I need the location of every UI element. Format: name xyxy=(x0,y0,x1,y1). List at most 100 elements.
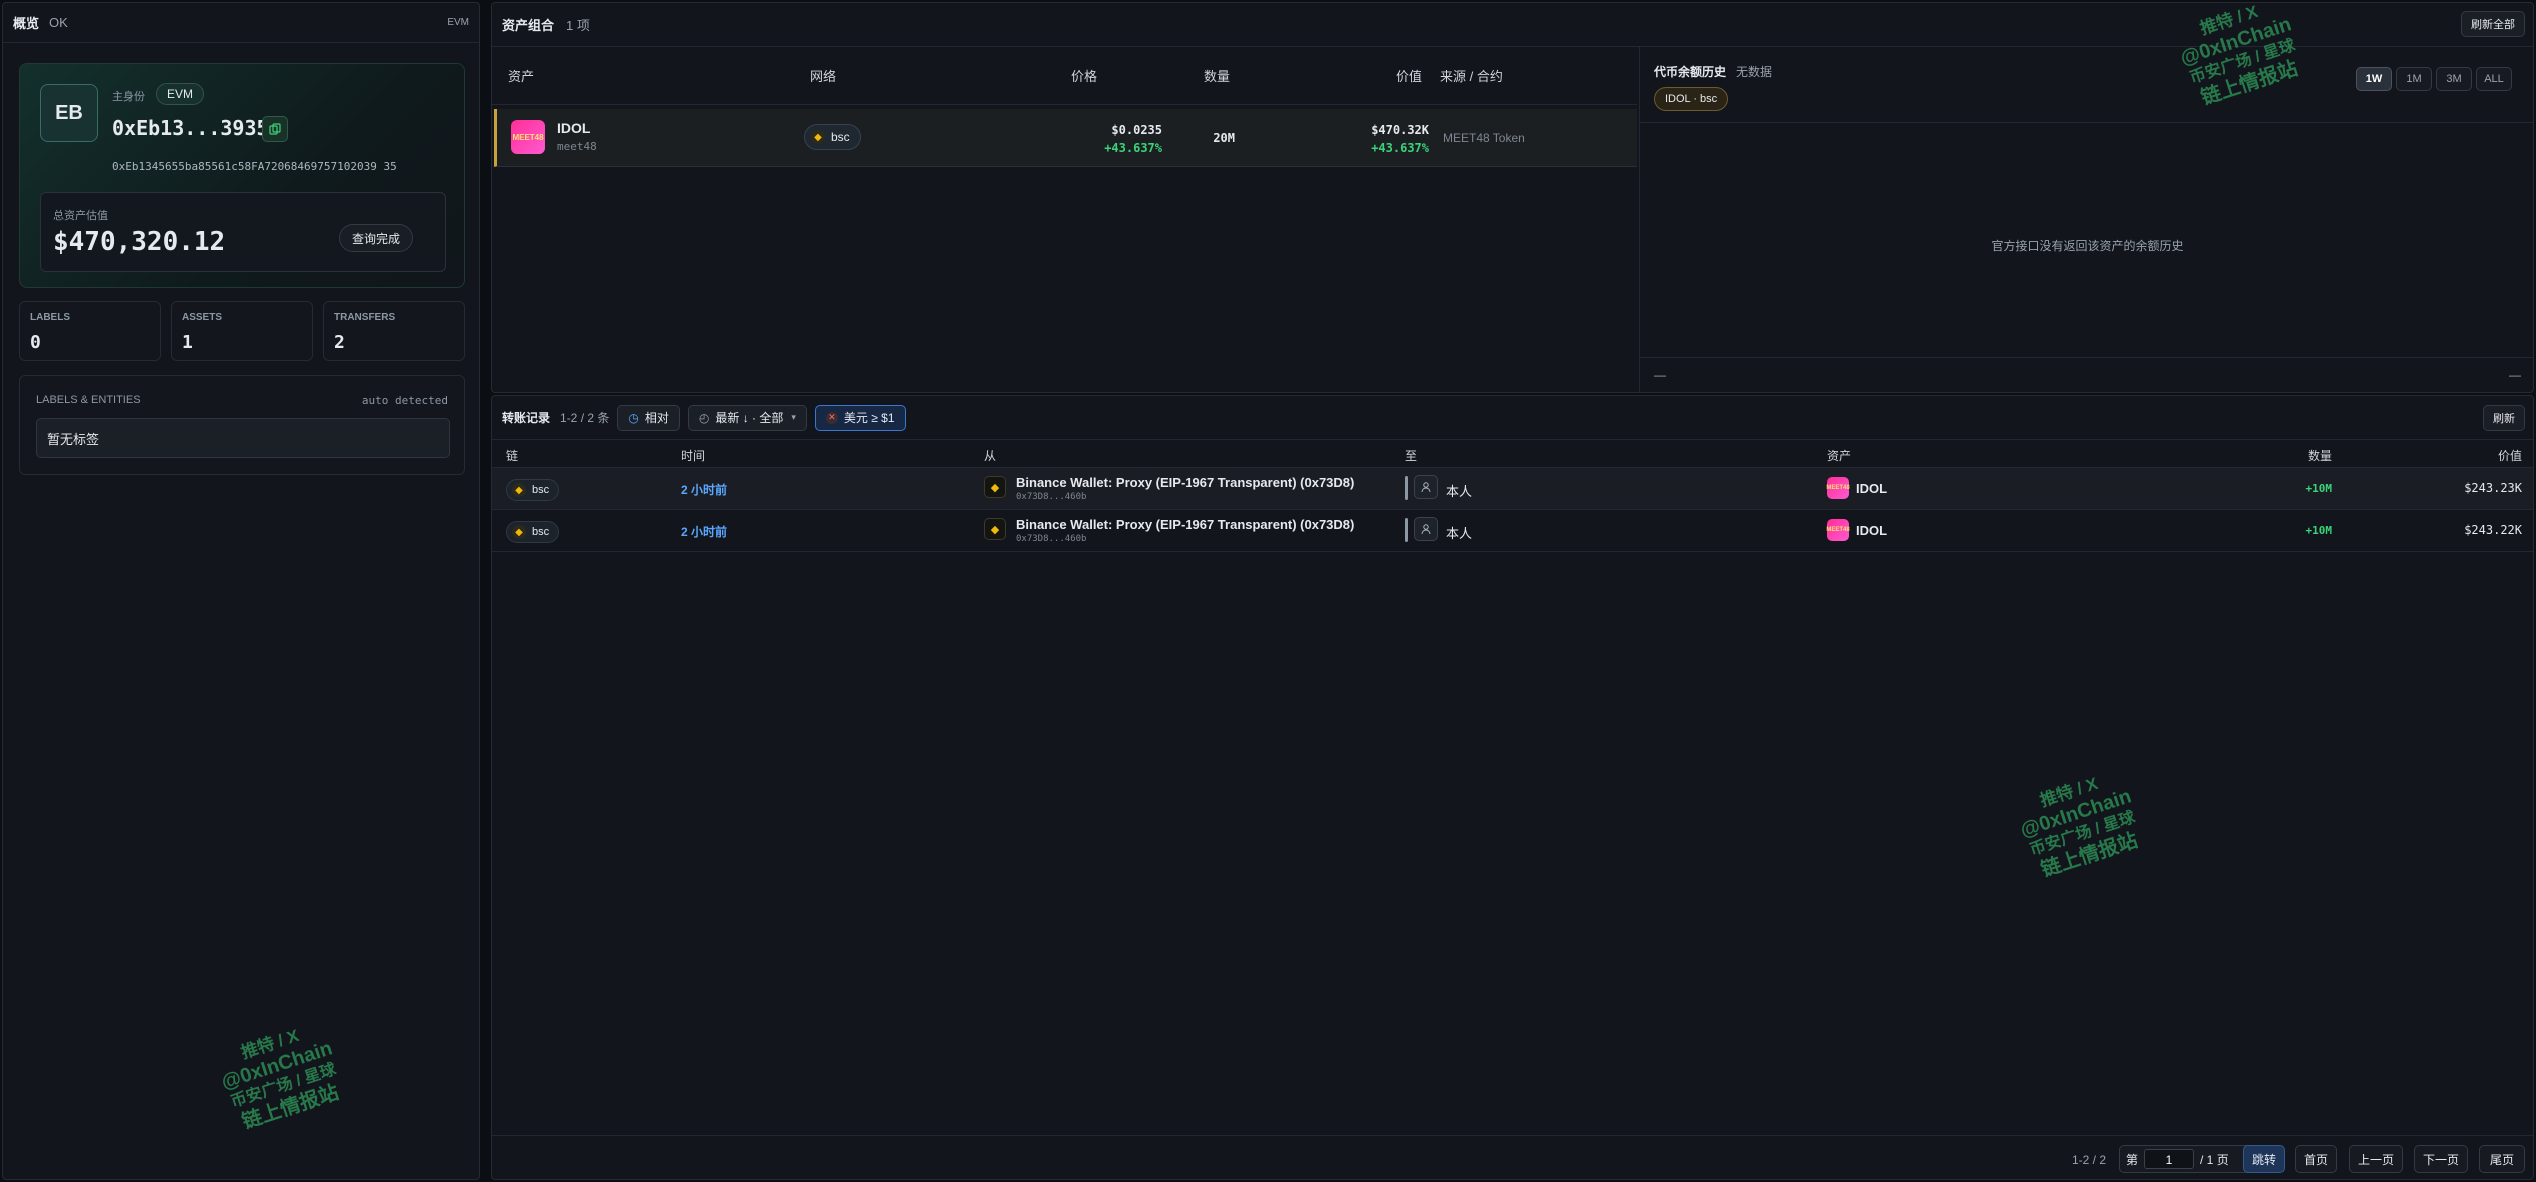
transfer-asset: IDOL xyxy=(1856,523,1888,538)
total-value-label: 总资产估值 xyxy=(53,210,108,222)
history-asset-chip: IDOL · bsc xyxy=(1654,87,1729,111)
sort-icon: ◴ xyxy=(698,410,710,425)
copy-address-button[interactable] xyxy=(262,116,288,142)
asset-price-change: +43.637% xyxy=(1104,141,1162,155)
to-divider xyxy=(1405,518,1408,542)
page-number-input[interactable]: 1 xyxy=(2144,1149,2195,1169)
binance-icon: ◆ xyxy=(984,476,1006,498)
from-name[interactable]: Binance Wallet: Proxy (EIP-1967 Transpar… xyxy=(1016,517,1354,532)
watermark-line: @0xInChain xyxy=(2017,785,2135,843)
col-time: 时间 xyxy=(681,449,706,463)
col-price: 价格 xyxy=(1070,69,1097,84)
from-address: 0x73D8...460b xyxy=(1016,534,1087,544)
balance-history-footer: — — xyxy=(1640,357,2533,392)
bsc-icon: ◆ xyxy=(512,483,526,497)
transfers-title: 转账记录 xyxy=(502,411,551,425)
remove-filter-icon[interactable]: ✕ xyxy=(825,411,838,424)
col-to: 至 xyxy=(1405,449,1418,463)
page-jump-box: 第 1 / 1 页 xyxy=(2119,1145,2257,1173)
stat-labels-value: 0 xyxy=(30,332,41,353)
transfer-value: $243.22K xyxy=(2464,523,2522,537)
balance-history-empty: 官方接口没有返回该资产的余额历史 xyxy=(1991,239,2184,253)
history-foot-right: — xyxy=(2509,368,2521,382)
balance-history-title: 代币余额历史 xyxy=(1654,65,1727,79)
app-root: 概览 OK EVM EB 主身份 EVM 0xEb13...3935 0xEb1… xyxy=(0,0,2536,1182)
wallet-card: EB 主身份 EVM 0xEb13...3935 0xEb1345655ba85… xyxy=(19,63,465,288)
col-from: 从 xyxy=(984,449,997,463)
asset-table-header: 资产 网络 价格 数量 价值 来源 / 合约 xyxy=(492,47,1637,105)
stat-labels-label: LABELS xyxy=(30,312,70,323)
prev-page-button[interactable]: 上一页 xyxy=(2349,1145,2403,1173)
binance-icon: ◆ xyxy=(984,518,1006,540)
wallet-short-address: 0xEb13...3935 xyxy=(112,116,269,140)
labels-entities-box: LABELS & ENTITIES auto detected 暂无标签 xyxy=(19,375,465,475)
last-page-button[interactable]: 尾页 xyxy=(2479,1145,2525,1173)
table-row[interactable]: ◆ bsc 2 小时前 ◆ Binance Wallet: Proxy (EIP-… xyxy=(492,510,2533,552)
watermark: 推特 / X @0xInChain 币安广场 / 星球 链上情报站 xyxy=(2011,765,2148,884)
next-page-button[interactable]: 下一页 xyxy=(2414,1145,2468,1173)
asset-name: IDOL xyxy=(557,120,591,136)
relative-time-label: 相对 xyxy=(644,411,669,425)
range-all-button[interactable]: ALL xyxy=(2476,67,2512,91)
asset-sub: meet48 xyxy=(557,140,597,153)
table-row[interactable]: ◆ bsc 2 小时前 ◆ Binance Wallet: Proxy (EIP-… xyxy=(492,468,2533,510)
watermark-line: 币安广场 / 星球 xyxy=(229,1061,339,1112)
col-network: 网络 xyxy=(810,69,837,84)
asset-price-cell: $0.0235 +43.637% xyxy=(1052,123,1162,155)
from-name[interactable]: Binance Wallet: Proxy (EIP-1967 Transpar… xyxy=(1016,475,1354,490)
bsc-icon: ◆ xyxy=(512,525,526,539)
col-asset: 资产 xyxy=(1827,449,1852,463)
transfer-time[interactable]: 2 小时前 xyxy=(681,481,727,498)
transfers-refresh-button[interactable]: 刷新 xyxy=(2483,405,2525,431)
copy-icon xyxy=(269,123,281,135)
transfer-time[interactable]: 2 小时前 xyxy=(681,523,727,540)
avatar: EB xyxy=(40,84,98,142)
sort-filter-dropdown[interactable]: ◴ 最新 ↓ · 全部 ▾ xyxy=(687,404,807,431)
watermark-line: @0xInChain xyxy=(218,1037,336,1095)
history-foot-left: — xyxy=(1654,368,1666,382)
to-name: 本人 xyxy=(1446,526,1473,541)
overview-chain-label: EVM xyxy=(447,17,469,28)
stat-transfers-value: 2 xyxy=(334,332,345,353)
range-1w-button[interactable]: 1W xyxy=(2356,67,2392,91)
range-1m-button[interactable]: 1M xyxy=(2396,67,2432,91)
to-divider xyxy=(1405,476,1408,500)
asset-table: 资产 网络 价格 数量 价值 来源 / 合约 MEET48 IDOL meet4… xyxy=(492,47,1637,167)
asset-row[interactable]: MEET48 IDOL meet48 ◆ bsc $0.0235 +43.637… xyxy=(494,109,1637,167)
stat-assets: ASSETS 1 xyxy=(171,301,313,361)
relative-time-toggle[interactable]: ◷ 相对 xyxy=(617,404,680,431)
pagination-info: 1-2 / 2 xyxy=(2072,1153,2107,1167)
clock-icon: ◷ xyxy=(628,410,639,425)
network-chip: ◆ bsc xyxy=(804,124,861,150)
watermark-line: 链上情报站 xyxy=(2038,829,2141,881)
first-page-button[interactable]: 首页 xyxy=(2295,1145,2337,1173)
col-asset: 资产 xyxy=(508,69,535,84)
transfers-count: 1-2 / 2 条 xyxy=(560,411,610,425)
stat-labels: LABELS 0 xyxy=(19,301,161,361)
chain-chip: ◆ bsc xyxy=(506,521,560,543)
transfers-header: 转账记录 1-2 / 2 条 ◷ 相对 ◴ 最新 ↓ · 全部 ▾ ✕ 美元 ≥… xyxy=(492,396,2533,440)
usd-filter-label: 美元 ≥ $1 xyxy=(843,411,895,425)
usd-filter-chip[interactable]: ✕ 美元 ≥ $1 xyxy=(814,404,906,431)
network-label: bsc xyxy=(831,130,850,144)
chain-label: bsc xyxy=(532,526,550,538)
overview-title: 概览 xyxy=(13,16,40,31)
jump-button[interactable]: 跳转 xyxy=(2243,1145,2285,1173)
stat-assets-value: 1 xyxy=(182,332,193,353)
balance-history: 代币余额历史 无数据 IDOL · bsc 1W 1M 3M ALL 官方接口没… xyxy=(1639,47,2533,392)
to-name: 本人 xyxy=(1446,484,1473,499)
refresh-all-button[interactable]: 刷新全部 xyxy=(2461,11,2525,37)
asset-qty: 20M xyxy=(1213,131,1235,145)
transfers-panel: 转账记录 1-2 / 2 条 ◷ 相对 ◴ 最新 ↓ · 全部 ▾ ✕ 美元 ≥… xyxy=(491,395,2534,1180)
transfers-table-header: 链 时间 从 至 资产 数量 价值 xyxy=(492,440,2533,468)
asset-source: MEET48 Token xyxy=(1443,131,1525,145)
overview-status: OK xyxy=(49,15,68,30)
total-value-box: 总资产估值 $470,320.12 查询完成 xyxy=(40,192,446,272)
sort-filter-label: 最新 ↓ · 全部 xyxy=(715,411,784,425)
no-labels-placeholder: 暂无标签 xyxy=(36,418,450,458)
col-qty: 数量 xyxy=(2307,449,2332,463)
transfer-qty: +10M xyxy=(2305,524,2333,537)
col-source: 来源 / 合约 xyxy=(1440,69,1503,84)
range-3m-button[interactable]: 3M xyxy=(2436,67,2472,91)
query-complete-button[interactable]: 查询完成 xyxy=(338,224,413,252)
